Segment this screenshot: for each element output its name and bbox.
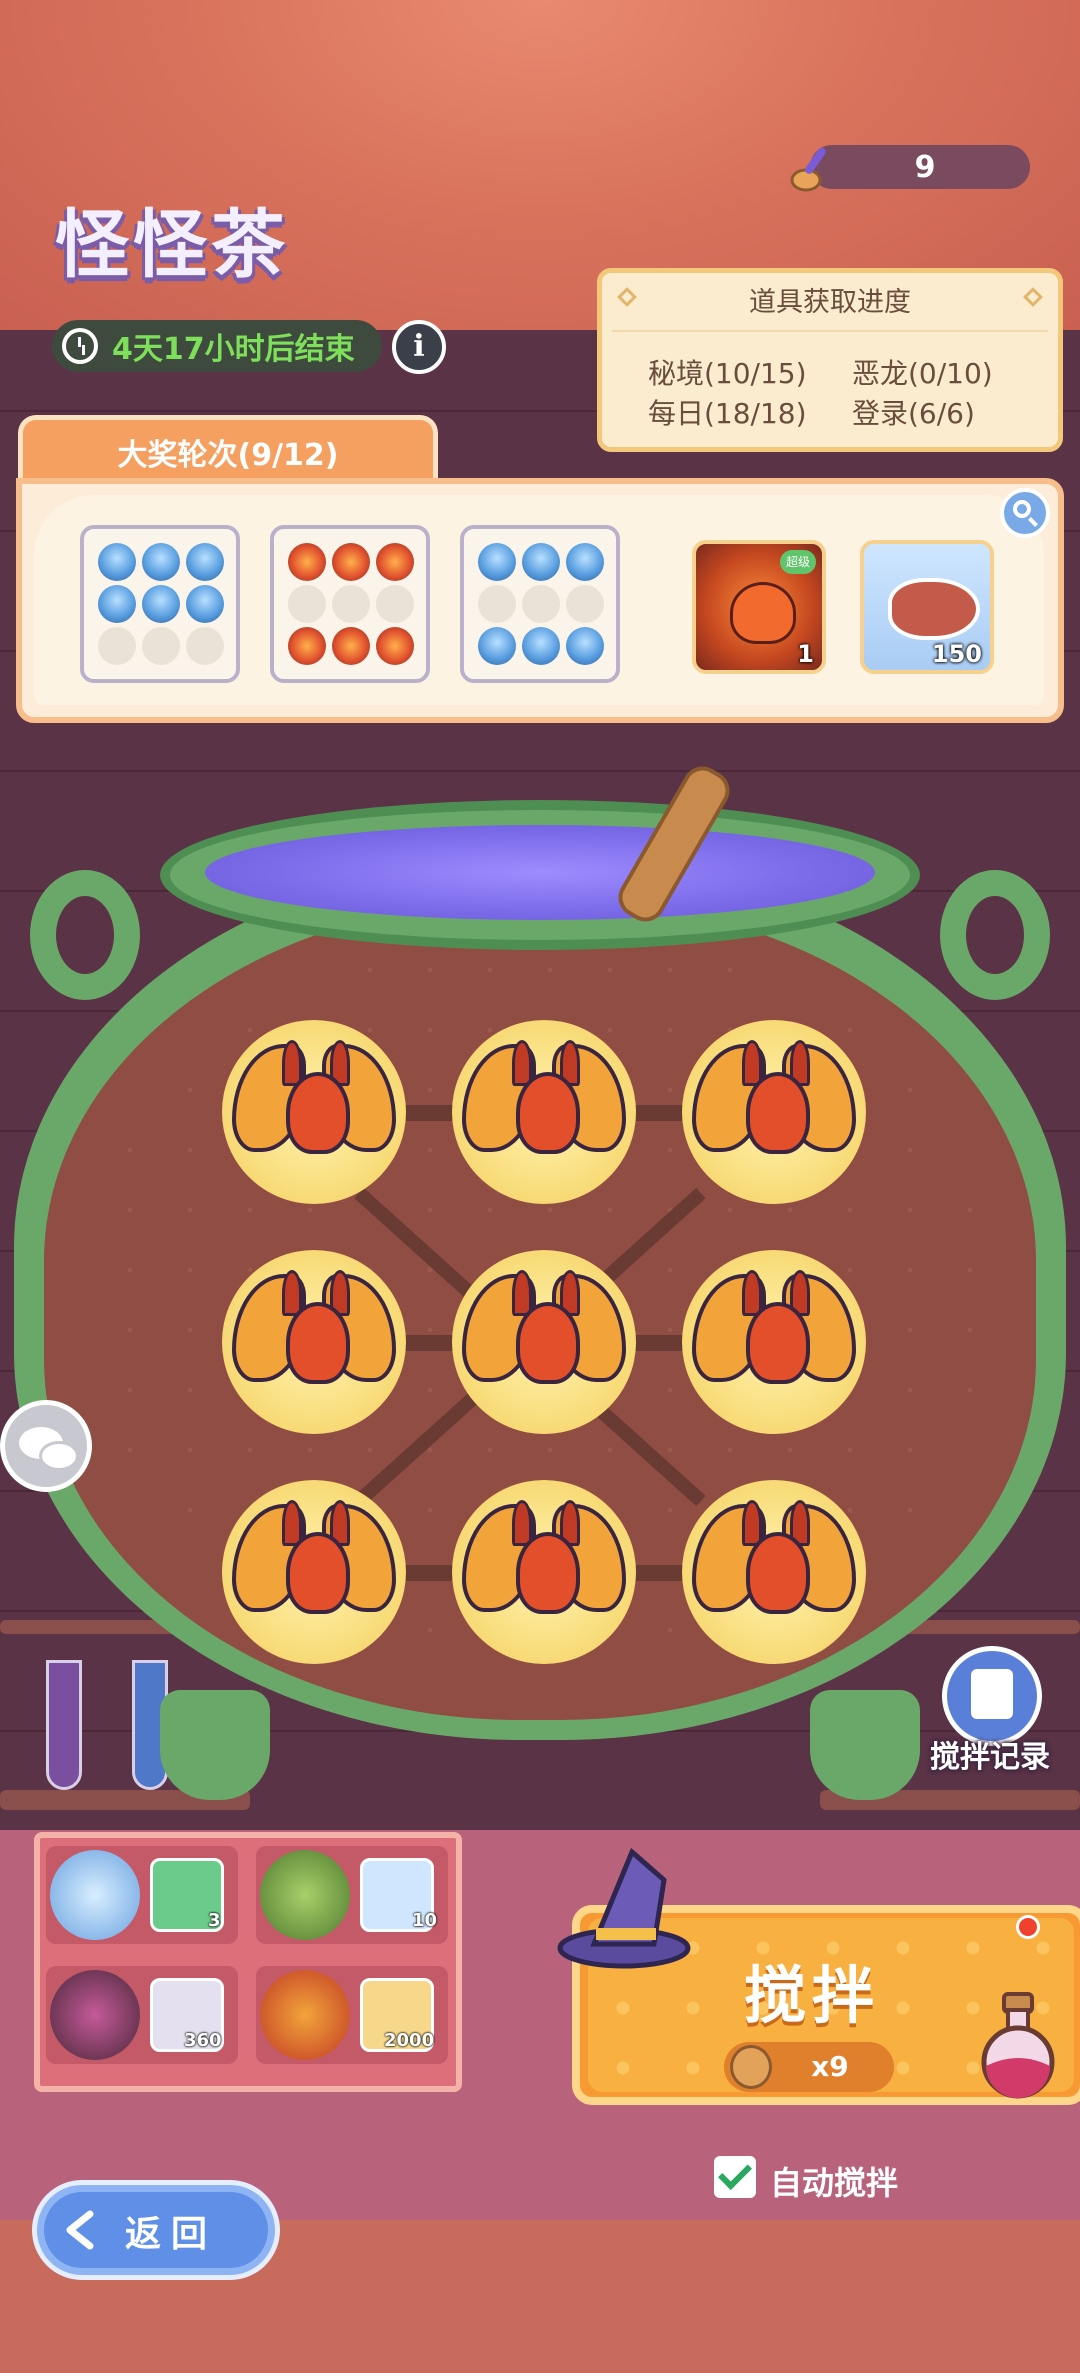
fire-moth-icon (682, 1480, 866, 1664)
reward-slot[interactable]: 10 (256, 1846, 448, 1944)
reward-fire-slime[interactable]: 超级 1 (692, 540, 826, 674)
fire-moth-icon (222, 1020, 406, 1204)
pattern-cell (288, 627, 326, 665)
shelf-right (900, 1620, 1080, 1634)
progress-item-dragon: 恶龙(0/10) (852, 357, 993, 390)
pattern-cell (98, 543, 136, 581)
potion-tube-purple (46, 1660, 82, 1790)
pattern-cell (98, 585, 136, 623)
prize-pattern-card[interactable] (460, 525, 620, 683)
back-arrow-icon (66, 2210, 94, 2250)
cauldron-handle-left (30, 870, 140, 1000)
stir-cost-value: x9 (811, 2050, 849, 2083)
reward-meat[interactable]: 150 (860, 540, 994, 674)
reward-qty: 150 (931, 640, 982, 668)
progress-item-secret-realm: 秘境(10/15) (648, 357, 807, 390)
event-timer: 4天17小时后结束 (52, 320, 382, 372)
reward-qty: 10 (412, 1910, 438, 1931)
pattern-cell (332, 627, 370, 665)
fire-slime-egg-icon (730, 582, 796, 644)
chat-button[interactable] (0, 1400, 92, 1492)
fire-moth-icon (452, 1020, 636, 1204)
fire-moth-icon (682, 1020, 866, 1204)
shelf-left (0, 1620, 180, 1634)
pattern-cell (566, 585, 604, 623)
cauldron-liquid (205, 825, 875, 920)
timer-text: 4天17小时后结束 (112, 332, 355, 367)
pattern-cell (186, 627, 224, 665)
auto-stir-label[interactable]: 自动搅拌 (770, 2158, 898, 2204)
dark-flower-monster-icon (50, 1970, 140, 2060)
pattern-cell (478, 627, 516, 665)
info-button[interactable]: i (392, 320, 446, 374)
pattern-cell (566, 543, 604, 581)
super-badge: 超级 (780, 550, 816, 574)
fire-moth-icon (222, 1480, 406, 1664)
cauldron-leg (810, 1690, 920, 1800)
pattern-cell (288, 543, 326, 581)
pattern-cell (522, 627, 560, 665)
fire-moth-icon (260, 1970, 350, 2060)
pattern-cell (478, 585, 516, 623)
reward-slot[interactable]: 3 (46, 1846, 238, 1944)
back-button-label[interactable]: 返回 (125, 2205, 217, 2257)
fire-moth-icon (452, 1480, 636, 1664)
progress-item-login: 登录(6/6) (852, 397, 975, 430)
spoon-icon (730, 2045, 772, 2089)
pattern-cell (566, 627, 604, 665)
pattern-cell (332, 543, 370, 581)
reward-slot[interactable]: 360 (46, 1966, 238, 2064)
cauldron-leg (160, 1690, 270, 1800)
fire-moth-icon (222, 1250, 406, 1434)
meat-item-icon (888, 578, 980, 640)
ice-monster-icon (50, 1850, 140, 1940)
reward-qty: 2000 (384, 2030, 435, 2051)
pattern-cell (376, 543, 414, 581)
pattern-cell (98, 627, 136, 665)
green-beetle-icon (260, 1850, 350, 1940)
pattern-cell (142, 585, 180, 623)
pattern-cell (522, 543, 560, 581)
stir-record-label[interactable]: 搅拌记录 (915, 1732, 1065, 1776)
pattern-cell (376, 627, 414, 665)
spoon-icon (790, 147, 826, 192)
pattern-cell (186, 585, 224, 623)
clock-icon (62, 328, 98, 364)
pattern-cell (288, 585, 326, 623)
notification-dot (1016, 1915, 1040, 1939)
potion-icon (981, 1992, 1055, 2099)
tab-grand-prize-label: 大奖轮次(9/12) (117, 438, 339, 473)
progress-item-daily: 每日(18/18) (648, 397, 807, 430)
pattern-cell (522, 585, 560, 623)
pattern-cell (142, 627, 180, 665)
prize-pattern-card[interactable] (80, 525, 240, 683)
fire-moth-icon (452, 1250, 636, 1434)
stir-record-icon[interactable] (942, 1646, 1042, 1746)
reward-qty: 3 (208, 1910, 221, 1931)
witch-hat-icon (557, 1847, 691, 1969)
search-button[interactable] (1000, 488, 1050, 538)
reward-qty: 360 (184, 2030, 222, 2051)
auto-stir-checkbox[interactable] (714, 2156, 756, 2198)
progress-title: 道具获取进度 (749, 287, 911, 318)
pattern-cell (478, 543, 516, 581)
pattern-cell (186, 543, 224, 581)
prize-pattern-card[interactable] (270, 525, 430, 683)
currency-value: 9 (914, 150, 936, 185)
divider (612, 330, 1048, 332)
pattern-cell (142, 543, 180, 581)
reward-slot[interactable]: 2000 (256, 1966, 448, 2064)
cauldron-handle-right (940, 870, 1050, 1000)
pattern-cell (332, 585, 370, 623)
page-title: 怪怪茶 (55, 202, 289, 288)
pattern-cell (376, 585, 414, 623)
fire-moth-icon (682, 1250, 866, 1434)
reward-qty: 1 (797, 640, 814, 668)
